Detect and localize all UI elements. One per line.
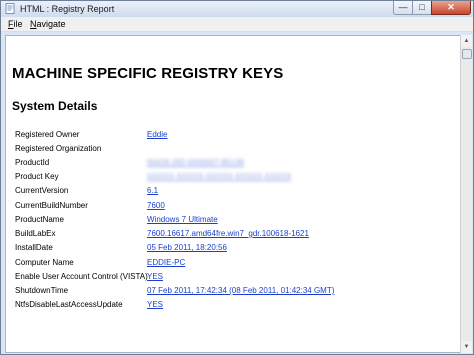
table-row: Registered Owner Eddie <box>6 129 456 141</box>
minimize-button[interactable]: — <box>393 1 413 15</box>
row-value-link[interactable]: Windows 7 Ultimate <box>147 214 218 226</box>
scroll-down-button[interactable]: ▼ <box>461 341 472 353</box>
window-title: HTML : Registry Report <box>20 4 115 14</box>
minimize-icon: — <box>398 2 408 12</box>
table-row: NtfsDisableLastAccessUpdate YES <box>6 299 456 311</box>
row-key: BuildLabEx <box>15 229 56 238</box>
table-row: Computer Name EDDIE-PC <box>6 257 456 269</box>
row-key: Enable User Account Control (VISTA) <box>15 272 148 281</box>
menu-file[interactable]: File <box>8 18 23 30</box>
report-content[interactable]: MACHINE SPECIFIC REGISTRY KEYS System De… <box>5 35 461 353</box>
row-value-link[interactable]: 00426-292-0000007-85139 <box>147 157 244 169</box>
section-title: System Details <box>12 99 98 113</box>
row-value-link[interactable]: EDDIE-PC <box>147 257 185 269</box>
row-value-link[interactable]: 07 Feb 2011, 17:42:34 (08 Feb 2011, 01:4… <box>147 285 334 297</box>
table-row: ShutdownTime 07 Feb 2011, 17:42:34 (08 F… <box>6 285 456 297</box>
table-row: ProductName Windows 7 Ultimate <box>6 214 456 226</box>
row-key: Registered Owner <box>15 130 80 139</box>
row-value-link[interactable]: 7600.16617.amd64fre.win7_gdr.100618-1621 <box>147 228 309 240</box>
row-key: ProductId <box>15 158 50 167</box>
menu-bar: File Navigate <box>1 17 473 32</box>
maximize-icon: □ <box>419 2 425 12</box>
menu-navigate-rest: avigate <box>36 19 66 29</box>
table-row: Registered Organization <box>6 143 456 155</box>
scroll-thumb[interactable] <box>462 49 472 59</box>
table-row: ProductId 00426-292-0000007-85139 <box>6 157 456 169</box>
scroll-up-button[interactable]: ▲ <box>461 35 472 47</box>
row-key: ProductName <box>15 215 64 224</box>
row-value-link[interactable]: YES <box>147 271 163 283</box>
row-key: Registered Organization <box>15 144 102 153</box>
row-key: InstallDate <box>15 243 53 252</box>
table-row: Enable User Account Control (VISTA) YES <box>6 271 456 283</box>
row-key: NtfsDisableLastAccessUpdate <box>15 300 123 309</box>
row-key: CurrentVersion <box>15 186 69 195</box>
menu-navigate[interactable]: Navigate <box>30 18 66 30</box>
row-value-link[interactable]: YES <box>147 299 163 311</box>
row-value-link[interactable]: Eddie <box>147 129 167 141</box>
row-key: Product Key <box>15 172 59 181</box>
close-button[interactable]: ✕ <box>431 1 471 15</box>
table-row: CurrentBuildNumber 7600 <box>6 200 456 212</box>
registry-report-window: HTML : Registry Report — □ ✕ File Naviga… <box>0 0 474 355</box>
row-key: CurrentBuildNumber <box>15 201 88 210</box>
row-value-link[interactable]: XXXXX-XXXXX-XXXXX-XXXXX-XXXXX <box>147 171 291 183</box>
title-bar[interactable]: HTML : Registry Report — □ ✕ <box>1 1 473 17</box>
table-row: CurrentVersion 6.1 <box>6 185 456 197</box>
document-icon <box>5 3 15 14</box>
row-key: ShutdownTime <box>15 286 69 295</box>
chevron-down-icon: ▼ <box>463 344 470 350</box>
row-value-link[interactable]: 6.1 <box>147 185 158 197</box>
chevron-up-icon: ▲ <box>463 38 470 44</box>
maximize-button[interactable]: □ <box>412 1 432 15</box>
close-icon: ✕ <box>447 2 455 12</box>
row-value-link[interactable]: 05 Feb 2011, 18:20:56 <box>147 242 227 254</box>
menu-file-rest: ile <box>13 19 23 29</box>
table-row: InstallDate 05 Feb 2011, 18:20:56 <box>6 242 456 254</box>
row-key: Computer Name <box>15 258 74 267</box>
report-heading: MACHINE SPECIFIC REGISTRY KEYS <box>12 65 284 82</box>
row-value-link[interactable]: 7600 <box>147 200 165 212</box>
table-row: Product Key XXXXX-XXXXX-XXXXX-XXXXX-XXXX… <box>6 171 456 183</box>
table-row: BuildLabEx 7600.16617.amd64fre.win7_gdr.… <box>6 228 456 240</box>
vertical-scrollbar[interactable]: ▲ ▼ <box>460 35 472 353</box>
